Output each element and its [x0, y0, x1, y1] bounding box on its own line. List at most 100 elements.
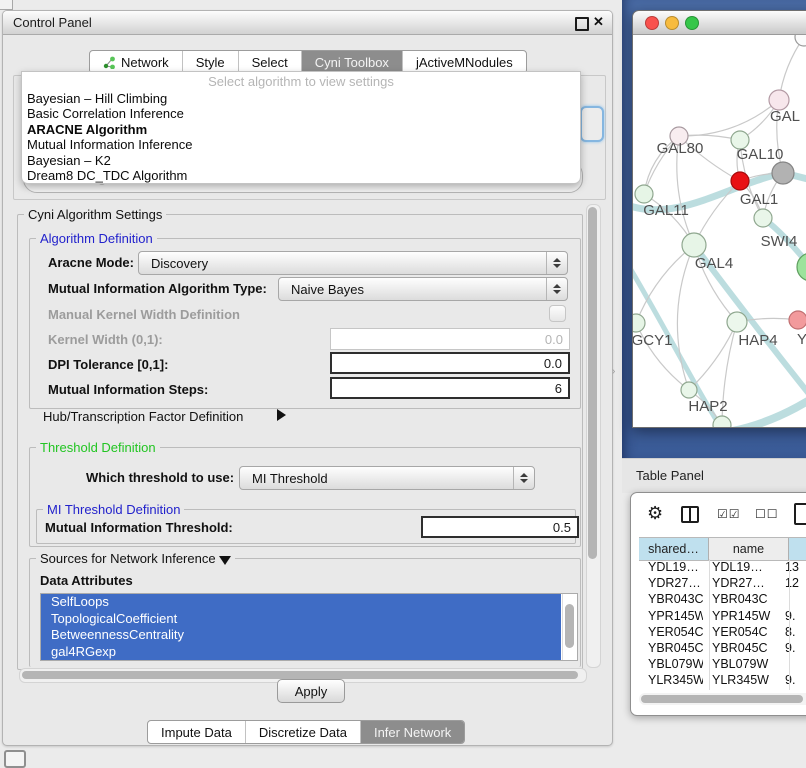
- network-canvas[interactable]: GALGAL80GAL10GAL1GAL11SWI4GAL4GCY1HAP4YH…: [633, 35, 806, 427]
- list-scrollbar[interactable]: [562, 594, 577, 660]
- attribute-item-betweennesscentrality[interactable]: BetweennessCentrality: [41, 627, 577, 644]
- zoom-light[interactable]: [685, 16, 699, 30]
- table-row[interactable]: YPR145WYPR145W9.: [639, 608, 806, 624]
- table-cell[interactable]: YDR27…: [703, 575, 776, 591]
- algorithm-option-aracne-algorithm[interactable]: ARACNE Algorithm: [22, 122, 580, 137]
- kernel-width-field[interactable]: 0.0: [330, 328, 570, 350]
- close-icon[interactable]: ✕: [593, 14, 604, 30]
- tab-discretize-data[interactable]: Discretize Data: [246, 721, 361, 743]
- network-node-gcy1[interactable]: [633, 314, 645, 332]
- table-row[interactable]: YER054CYER054C8.: [639, 624, 806, 640]
- network-node-node-salmon[interactable]: [789, 311, 806, 329]
- network-node-swi4[interactable]: [754, 209, 772, 227]
- column-header-name[interactable]: name: [709, 538, 789, 560]
- apply-button[interactable]: Apply: [277, 679, 345, 703]
- checked-pair-icon[interactable]: ☑☑: [717, 507, 741, 521]
- float-icon[interactable]: [575, 17, 589, 31]
- data-attributes-list[interactable]: SelfLoopsTopologicalCoefficientBetweenne…: [40, 593, 578, 661]
- network-node-node-gray[interactable]: [772, 162, 794, 184]
- tab-cyni-toolbox[interactable]: Cyni Toolbox: [302, 51, 403, 73]
- manual-kernel-width-checkbox[interactable]: [549, 305, 566, 322]
- table-cell[interactable]: YBL079W: [639, 656, 703, 672]
- table-cell[interactable]: YPR145W: [703, 608, 776, 624]
- mi-algorithm-type-combo[interactable]: Naive Bayes: [278, 277, 568, 301]
- table-row[interactable]: YIL052CYIL052C9: [639, 689, 806, 691]
- network-node-gal11[interactable]: [635, 185, 653, 203]
- network-node-gal4[interactable]: [682, 233, 706, 257]
- table-cell[interactable]: YER054C: [639, 624, 703, 640]
- tab-select[interactable]: Select: [239, 51, 302, 73]
- new-column-icon[interactable]: [794, 503, 806, 525]
- table-cell[interactable]: YDL19…: [703, 559, 776, 575]
- network-node-gal1[interactable]: [731, 172, 749, 190]
- algorithm-option-bayesian-k2[interactable]: Bayesian – K2: [22, 153, 580, 168]
- expand-arrow-icon[interactable]: [277, 409, 286, 421]
- tab-jactivemnodules[interactable]: jActiveMNodules: [403, 51, 526, 73]
- algorithm-option-bayesian-hill-climbing[interactable]: Bayesian – Hill Climbing: [22, 91, 580, 106]
- tab-infer-network[interactable]: Infer Network: [361, 721, 464, 743]
- settings-vertical-scrollbar[interactable]: [586, 204, 601, 668]
- algorithm-option-basic-correlation-inference[interactable]: Basic Correlation Inference: [22, 106, 580, 121]
- table-cell[interactable]: YBR045C: [703, 640, 776, 656]
- table-cell[interactable]: YDR27…: [639, 575, 703, 591]
- close-light[interactable]: [645, 16, 659, 30]
- minimized-panel-icon[interactable]: [4, 750, 26, 768]
- table-row[interactable]: YDR27…YDR27…12: [639, 575, 806, 591]
- tab-network[interactable]: Network: [90, 51, 183, 73]
- network-edge[interactable]: [679, 100, 779, 136]
- splitter-handle[interactable]: ›: [612, 366, 615, 377]
- attribute-item-selfloops[interactable]: SelfLoops: [41, 594, 577, 611]
- table-row[interactable]: YDL19…YDL19…13: [639, 559, 806, 575]
- tab-impute-data[interactable]: Impute Data: [148, 721, 246, 743]
- table-cell[interactable]: YBR045C: [639, 640, 703, 656]
- attribute-item-gal4rgexp[interactable]: gal4RGexp: [41, 644, 577, 661]
- table-cell[interactable]: [776, 591, 806, 607]
- split-columns-icon[interactable]: [681, 506, 699, 523]
- table-cell[interactable]: YLR345W: [703, 672, 776, 688]
- scrollbar-thumb[interactable]: [588, 207, 597, 559]
- scrollbar-thumb[interactable]: [641, 695, 803, 703]
- mi-threshold-field[interactable]: 0.5: [421, 516, 579, 538]
- network-node-node-big-green[interactable]: [797, 253, 806, 281]
- aracne-mode-combo[interactable]: Discovery: [138, 251, 568, 275]
- network-node-node-top[interactable]: [795, 35, 806, 46]
- network-node-hap4[interactable]: [727, 312, 747, 332]
- collapsed-corner-tab[interactable]: [0, 0, 13, 10]
- algorithm-option-mutual-information-inference[interactable]: Mutual Information Inference: [22, 137, 580, 152]
- collapse-arrow-icon[interactable]: [219, 556, 231, 565]
- table-horizontal-scrollbar[interactable]: [639, 693, 806, 705]
- table-row[interactable]: YBR043CYBR043C: [639, 591, 806, 607]
- control-panel-titlebar[interactable]: Control Panel ✕: [3, 11, 612, 35]
- table-cell[interactable]: 8.: [776, 624, 806, 640]
- table-row[interactable]: YLR345WYLR345W9.: [639, 672, 806, 688]
- algorithm-option-dream8-dc-tdc-algorithm[interactable]: Dream8 DC_TDC Algorithm: [22, 168, 580, 183]
- table-cell[interactable]: [776, 656, 806, 672]
- minimize-light[interactable]: [665, 16, 679, 30]
- network-node-node-pink[interactable]: [769, 90, 789, 110]
- table-cell[interactable]: 9.: [776, 640, 806, 656]
- network-edge-thick[interactable]: [763, 218, 806, 289]
- table-cell[interactable]: YER054C: [703, 624, 776, 640]
- network-window-titlebar[interactable]: [633, 11, 806, 35]
- table-cell[interactable]: YIL052C: [703, 689, 776, 691]
- mi-steps-field[interactable]: 6: [330, 377, 570, 399]
- table-row[interactable]: YBL079WYBL079W: [639, 656, 806, 672]
- table-cell[interactable]: 9.: [776, 608, 806, 624]
- table-cell[interactable]: 13: [776, 559, 806, 575]
- column-header-shared[interactable]: shared…: [639, 538, 709, 560]
- network-edge[interactable]: [636, 245, 694, 323]
- unchecked-pair-icon[interactable]: ☐☐: [755, 507, 779, 521]
- network-edge-thick[interactable]: [721, 375, 806, 427]
- column-header-a[interactable]: A: [789, 538, 806, 560]
- dpi-tolerance-field[interactable]: 0.0: [330, 352, 570, 374]
- table-row[interactable]: YBR045CYBR045C9.: [639, 640, 806, 656]
- table-cell[interactable]: 9.: [776, 672, 806, 688]
- tab-style[interactable]: Style: [183, 51, 239, 73]
- focused-combo-fragment[interactable]: [580, 106, 604, 142]
- table-cell[interactable]: YBR043C: [703, 591, 776, 607]
- table-cell[interactable]: YPR145W: [639, 608, 703, 624]
- table-cell[interactable]: 9: [776, 689, 806, 691]
- network-edge[interactable]: [689, 322, 737, 390]
- table-cell[interactable]: YBR043C: [639, 591, 703, 607]
- table-cell[interactable]: YLR345W: [639, 672, 703, 688]
